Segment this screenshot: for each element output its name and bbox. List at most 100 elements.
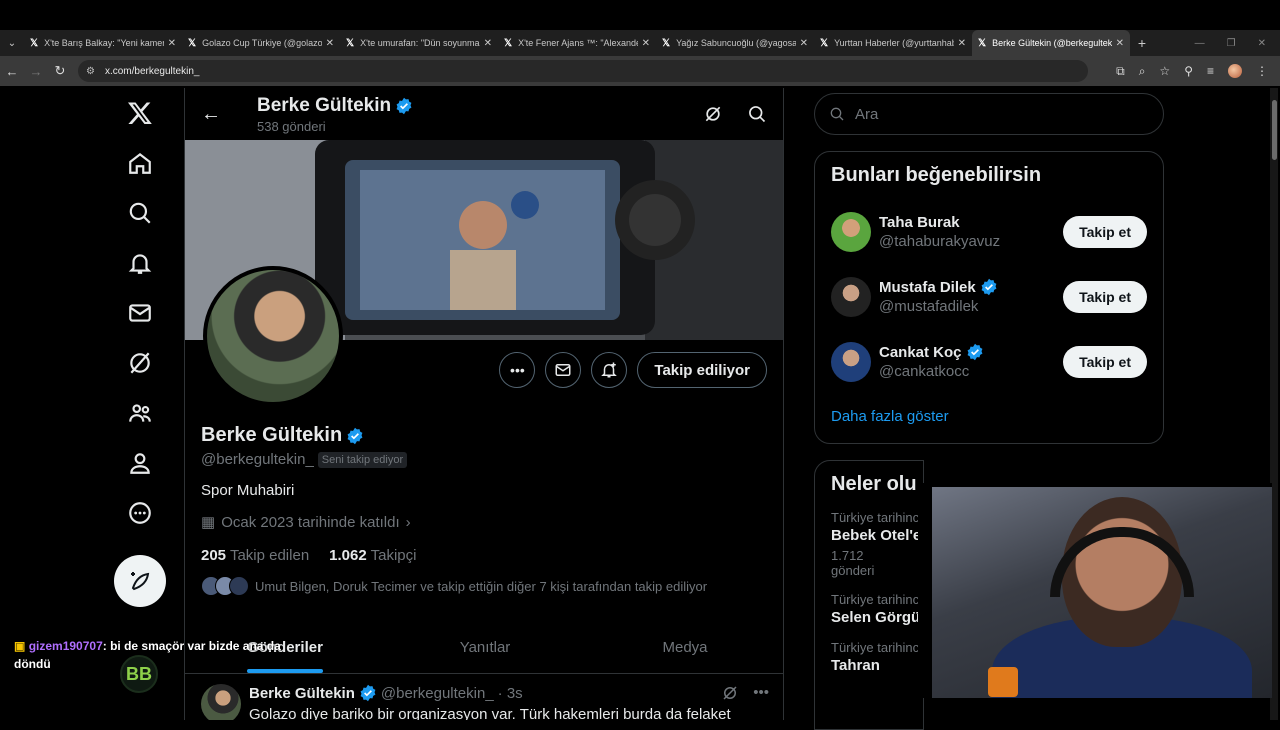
verified-badge-icon	[396, 97, 412, 114]
browser-menu-icon[interactable]: ⋮	[1256, 64, 1268, 78]
explore-search-icon[interactable]	[110, 188, 170, 238]
forward-icon[interactable]: →	[24, 64, 48, 79]
zoom-icon[interactable]: ⌕	[1139, 64, 1146, 79]
close-window-icon[interactable]: ✕	[1258, 38, 1266, 49]
bell-plus-icon	[601, 362, 618, 378]
avatar[interactable]	[831, 341, 871, 382]
profile-avatar[interactable]	[203, 266, 343, 406]
joined-date: ▦ Ocak 2023 tarihinde katıldı ›	[201, 513, 771, 532]
message-button[interactable]	[545, 352, 582, 388]
video-letterbox	[0, 0, 1280, 30]
home-icon[interactable]	[110, 138, 170, 188]
ellipsis-icon[interactable]: •••	[753, 684, 769, 702]
close-icon[interactable]: ✕	[326, 38, 334, 49]
followed-by-text: Umut Bilgen, Doruk Tecimer ve takip etti…	[255, 578, 708, 594]
profile-icon[interactable]	[110, 438, 170, 488]
back-arrow-icon[interactable]: ←	[201, 103, 221, 126]
new-tab-button[interactable]: +	[1130, 35, 1154, 51]
suggestion-item[interactable]: Cankat Koç @cankatkocc Takip et	[831, 329, 1147, 394]
follows-you-badge: Seni takip ediyor	[317, 451, 408, 468]
search-icon	[830, 107, 844, 121]
profile-bio: Spor Muhabiri	[201, 482, 295, 499]
chevron-right-icon[interactable]: ›	[406, 514, 411, 531]
cup-shape	[988, 667, 1018, 697]
x-favicon-icon: 𝕏	[30, 37, 39, 49]
x-logo-icon[interactable]	[110, 88, 170, 138]
browser-tab[interactable]: 𝕏 X'te umurafan: "Dün soyunma ✕	[340, 30, 498, 56]
browser-tab-active[interactable]: 𝕏 Berke Gültekin (@berkegultekin ✕	[972, 30, 1130, 56]
close-icon[interactable]: ✕	[958, 38, 966, 49]
browser-tab[interactable]: 𝕏 X'te Fener Ajans ™: "Alexander ✕	[498, 30, 656, 56]
profile-column: ← Berke Gültekin 538 gönderi ••• Takip e…	[184, 88, 784, 720]
grok-icon[interactable]	[110, 338, 170, 388]
browser-tab[interactable]: 𝕏 Yağız Sabuncuoğlu (@yagosab ✕	[656, 30, 814, 56]
reload-icon[interactable]: ↻	[48, 63, 72, 79]
trend-name: Tahran	[831, 657, 880, 674]
close-icon[interactable]: ✕	[484, 38, 492, 49]
browser-profile-avatar[interactable]	[1228, 64, 1242, 78]
follow-button[interactable]: Takip et	[1063, 345, 1147, 378]
avatar[interactable]	[831, 211, 871, 252]
back-icon[interactable]: ←	[0, 64, 24, 79]
site-info-icon[interactable]: ⚙	[86, 66, 95, 77]
followed-by-row[interactable]: Umut Bilgen, Doruk Tecimer ve takip etti…	[201, 576, 771, 596]
scrollbar-thumb[interactable]	[1272, 100, 1277, 160]
followers-label: Takipçi	[370, 547, 417, 564]
chat-badge-icon: ▣	[14, 639, 26, 653]
extensions-icon[interactable]: ⚲	[1184, 64, 1193, 78]
close-icon[interactable]: ✕	[800, 38, 808, 49]
close-icon[interactable]: ✕	[1116, 38, 1124, 49]
follow-button[interactable]: Takip et	[1063, 280, 1147, 313]
close-icon[interactable]: ✕	[168, 38, 176, 49]
tab-media[interactable]: Medya	[585, 621, 783, 673]
profile-name: Berke Gültekin	[201, 424, 343, 446]
search-icon[interactable]	[747, 104, 767, 124]
suggestion-handle: @mustafadilek	[879, 298, 979, 315]
communities-icon[interactable]	[110, 388, 170, 438]
tab-replies[interactable]: Yanıtlar	[385, 621, 585, 673]
avatar[interactable]	[201, 684, 241, 720]
bookmark-star-icon[interactable]: ☆	[1159, 64, 1170, 78]
avatar[interactable]	[831, 276, 871, 317]
chat-username: gizem190707	[28, 639, 103, 653]
restore-icon[interactable]: ❐	[1227, 38, 1236, 49]
more-circle-icon[interactable]	[110, 488, 170, 538]
minimize-icon[interactable]: —	[1195, 38, 1205, 49]
follower-avatars	[201, 576, 249, 596]
url-input[interactable]: ⚙ x.com/berkegultekin_	[78, 60, 1088, 82]
grok-icon[interactable]	[703, 104, 723, 124]
tweet-time[interactable]: · 3s	[498, 685, 523, 702]
suggestion-item[interactable]: Taha Burak @tahaburakyavuz Takip et	[831, 199, 1147, 264]
messages-mail-icon[interactable]	[110, 288, 170, 338]
browser-tab[interactable]: 𝕏 Yurttan Haberler (@yurttanhab ✕	[814, 30, 972, 56]
compose-post-button[interactable]	[114, 555, 166, 607]
reading-list-icon[interactable]: ≡	[1207, 64, 1214, 78]
trend-item[interactable]: Türkiye tarihinc Selen Görgü	[831, 592, 920, 626]
trend-item[interactable]: Türkiye tarihinc Tahran	[831, 640, 919, 674]
trend-item[interactable]: Türkiye tarihinc Bebek Otel'e 1.712 gönd…	[831, 510, 921, 578]
close-icon[interactable]: ✕	[642, 38, 650, 49]
tweet-author-name[interactable]: Berke Gültekin	[249, 685, 355, 702]
suggestion-item[interactable]: Mustafa Dilek @mustafadilek Takip et	[831, 264, 1147, 329]
more-options-button[interactable]: •••	[499, 352, 536, 388]
search-input[interactable]: Ara	[814, 93, 1164, 135]
post-count: 538 gönderi	[257, 118, 326, 134]
install-icon[interactable]: ⧉	[1116, 64, 1125, 79]
grok-icon[interactable]	[721, 684, 739, 702]
show-more-link[interactable]: Daha fazla göster	[831, 402, 1147, 431]
notifications-bell-icon[interactable]	[110, 238, 170, 288]
tab-title: X'te umurafan: "Dün soyunma	[360, 38, 480, 48]
following-stat[interactable]: 205 Takip edilen	[201, 547, 309, 564]
x-favicon-icon: 𝕏	[978, 37, 987, 49]
tweet-author-handle[interactable]: @berkegultekin_	[381, 685, 494, 702]
following-button[interactable]: Takip ediliyor	[637, 352, 767, 388]
notify-button[interactable]	[591, 352, 628, 388]
followers-stat[interactable]: 1.062 Takipçi	[329, 547, 416, 564]
x-favicon-icon: 𝕏	[188, 37, 197, 49]
browser-tab[interactable]: 𝕏 Golazo Cup Türkiye (@golazoc ✕	[182, 30, 340, 56]
follow-button[interactable]: Takip et	[1063, 215, 1147, 248]
tab-search-icon[interactable]: ⌄	[0, 30, 24, 56]
search-placeholder: Ara	[855, 105, 879, 123]
browser-tab[interactable]: 𝕏 X'te Barış Balkay: "Yeni kamera ✕	[24, 30, 182, 56]
tweet[interactable]: Berke Gültekin @berkegultekin_ · 3s ••• …	[185, 674, 783, 720]
